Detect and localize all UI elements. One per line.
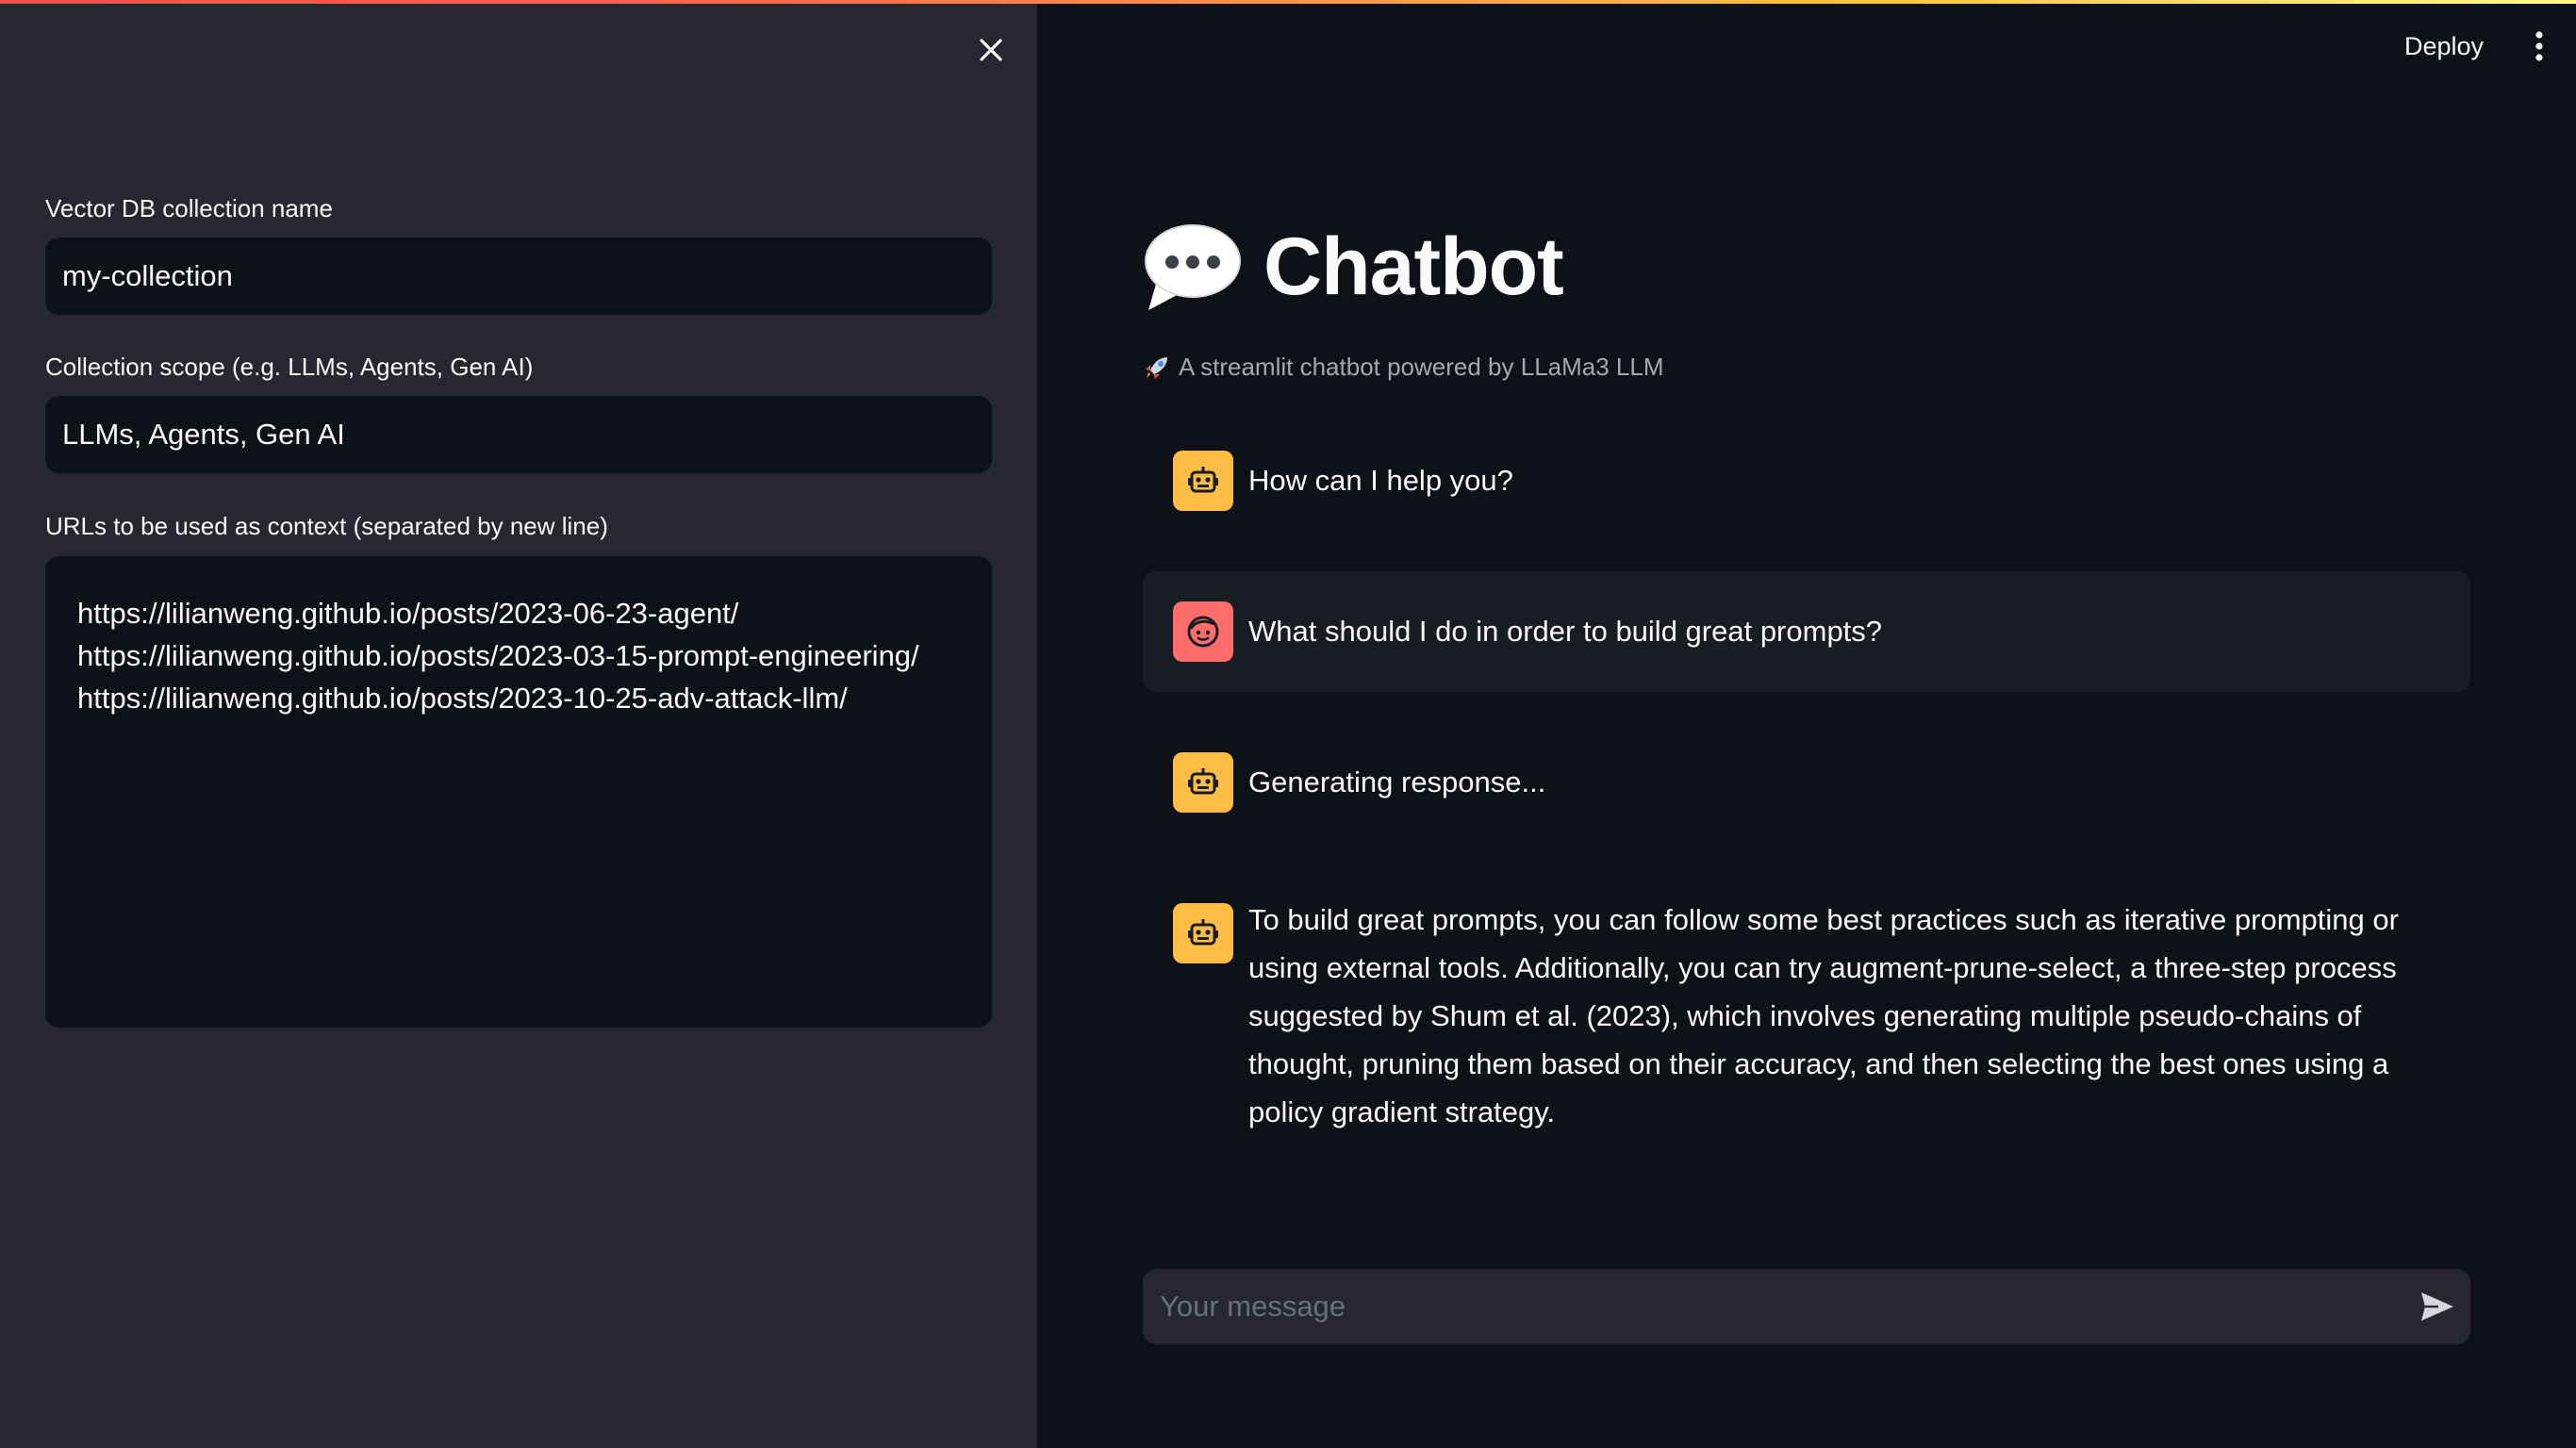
robot-icon: [1188, 919, 1218, 946]
chat-message-user: What should I do in order to build great…: [1143, 571, 2470, 692]
close-icon: [980, 39, 1002, 61]
user-face-icon: [1187, 616, 1219, 648]
main-menu-button[interactable]: [2518, 25, 2561, 68]
collection-name-label: Vector DB collection name: [45, 194, 333, 222]
message-text: How can I help you?: [1248, 464, 1513, 497]
main-content: Deploy Chatbot A streamlit chatbot power…: [1037, 0, 2576, 1448]
page-caption: A streamlit chatbot powered by LLaMa3 LL…: [1143, 353, 1664, 382]
robot-icon: [1188, 467, 1218, 493]
message-text: To build great prompts, you can follow s…: [1248, 903, 2399, 1128]
header-decoration-bar: [0, 0, 2576, 4]
collection-scope-label: Collection scope (e.g. LLMs, Agents, Gen…: [45, 353, 534, 381]
chat-input-container: [1143, 1269, 2470, 1344]
caption-text: A streamlit chatbot powered by LLaMa3 LL…: [1179, 353, 1664, 381]
more-vertical-icon: [2535, 31, 2543, 61]
collection-scope-input[interactable]: [45, 396, 992, 473]
close-sidebar-button[interactable]: [971, 30, 1011, 70]
page-title: Chatbot: [1143, 215, 1564, 319]
send-button[interactable]: [2404, 1269, 2470, 1344]
send-icon: [2421, 1292, 2453, 1321]
urls-textarea[interactable]: https://lilianweng.github.io/posts/2023-…: [45, 556, 992, 1028]
chat-message-assistant: Generating response...: [1143, 752, 2470, 813]
bot-avatar: [1173, 903, 1233, 963]
bot-avatar: [1173, 752, 1233, 813]
page-title-text: Chatbot: [1263, 221, 1564, 312]
user-avatar: [1173, 601, 1233, 662]
chat-message-assistant: To build great prompts, you can follow s…: [1143, 903, 2470, 1136]
chat-message-assistant: How can I help you?: [1143, 451, 2470, 511]
rocket-icon: [1146, 356, 1167, 379]
collection-name-input[interactable]: [45, 238, 992, 315]
chat-message-input[interactable]: [1143, 1269, 2404, 1344]
urls-label: URLs to be used as context (separated by…: [45, 512, 608, 540]
robot-icon: [1188, 768, 1218, 795]
message-text: What should I do in order to build great…: [1248, 615, 1883, 648]
sidebar: Vector DB collection name Collection sco…: [0, 0, 1037, 1448]
deploy-button[interactable]: Deploy: [2391, 25, 2497, 68]
bot-avatar: [1173, 451, 1233, 511]
speech-balloon-icon: [1145, 224, 1241, 310]
message-text: Generating response...: [1248, 765, 1546, 798]
